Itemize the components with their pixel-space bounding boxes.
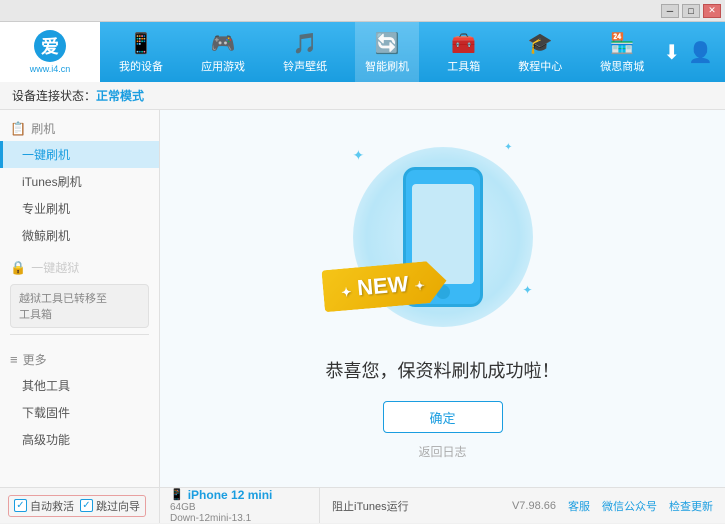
status-value: 正常模式 <box>96 87 144 104</box>
advanced-label: 高级功能 <box>22 433 70 447</box>
sparkle-2: ✦ <box>504 142 512 153</box>
logo-icon: 爱 <box>34 30 66 62</box>
content-area: ✦ ✦ ✦ ✦ NEW ✦ 恭喜您，保资料刷机成功啦！ 确定 返回日志 <box>160 110 725 487</box>
phone-icon: 📱 <box>170 488 184 501</box>
nav-weisi-store[interactable]: 🏪 微思商城 <box>590 22 654 82</box>
other-tools-label: 其他工具 <box>22 379 70 393</box>
customer-service-link[interactable]: 客服 <box>568 498 590 514</box>
sidebar-section-jailbreak: 🔒 一键越狱 越狱工具已转移至工具箱 <box>0 249 159 328</box>
title-bar: ─ □ ✕ <box>0 0 725 22</box>
jailbreak-label: 一键越狱 <box>31 259 79 276</box>
sparkle-1: ✦ <box>353 147 365 164</box>
sidebar-item-itunes[interactable]: iTunes刷机 <box>0 168 159 195</box>
jailbreak-notice: 越狱工具已转移至工具箱 <box>10 284 149 328</box>
bottom-device-info: 📱 iPhone 12 mini 64GB Down-12mini-13.1 <box>160 488 320 523</box>
more-label: 更多 <box>23 351 47 368</box>
confirm-button[interactable]: 确定 <box>383 401 503 433</box>
bottom-right-links: V7.98.66 客服 微信公众号 检查更新 <box>512 498 725 514</box>
sidebar-section-flash: 📋 刷机 一键刷机 iTunes刷机 专业刷机 微鲸刷机 <box>0 110 159 249</box>
nav-ringtones[interactable]: 🎵 铃声壁纸 <box>273 22 337 82</box>
sidebar-item-advanced[interactable]: 高级功能 <box>0 426 159 453</box>
nav-tutorials-label: 教程中心 <box>518 58 562 74</box>
maximize-button[interactable]: □ <box>682 4 700 18</box>
nav-apps-games-label: 应用游戏 <box>201 58 245 74</box>
bottom-bar: 自动救活 跳过向导 📱 iPhone 12 mini 64GB Down-12m… <box>0 487 725 523</box>
more-icon: ≡ <box>10 352 18 367</box>
auto-rescue-check-box[interactable] <box>14 499 27 512</box>
nav-tutorials[interactable]: 🎓 教程中心 <box>508 22 572 82</box>
sidebar: 📋 刷机 一键刷机 iTunes刷机 专业刷机 微鲸刷机 🔒 一键越狱 越狱工具 <box>0 110 160 487</box>
auto-rescue-label: 自动救活 <box>30 498 74 514</box>
ringtones-icon: 🎵 <box>293 31 318 56</box>
sidebar-flash-label: 刷机 <box>31 120 55 137</box>
download-button[interactable]: ⬇ <box>663 40 680 65</box>
onekey-label: 一键刷机 <box>22 148 70 162</box>
header: 爱 www.i4.cn 📱 我的设备 🎮 应用游戏 🎵 铃声壁纸 🔄 智能刷机 … <box>0 22 725 82</box>
status-bar: 设备连接状态： 正常模式 <box>0 82 725 110</box>
bottom-checkboxes-area: 自动救活 跳过向导 <box>0 488 160 523</box>
bottom-status-label: 阻止iTunes运行 <box>320 498 512 514</box>
smart-flash-icon: 🔄 <box>375 31 400 56</box>
jailbreak-lock-icon: 🔒 <box>10 260 26 276</box>
hero-image: ✦ ✦ ✦ ✦ NEW ✦ <box>333 137 553 337</box>
user-button[interactable]: 👤 <box>688 40 713 65</box>
minimize-button[interactable]: ─ <box>661 4 679 18</box>
apps-games-icon: 🎮 <box>211 31 236 56</box>
nav-smart-flash-label: 智能刷机 <box>365 58 409 74</box>
version-label: V7.98.66 <box>512 500 556 512</box>
nav-smart-flash[interactable]: 🔄 智能刷机 <box>355 22 419 82</box>
checkboxes-group: 自动救活 跳过向导 <box>8 495 146 517</box>
nav-weisi-store-label: 微思商城 <box>600 58 644 74</box>
device-name-row: 📱 iPhone 12 mini <box>170 488 309 502</box>
toolbox-icon: 🧰 <box>451 31 476 56</box>
back-to-log-link[interactable]: 返回日志 <box>418 443 466 460</box>
sidebar-divider <box>10 334 149 335</box>
flash-section-icon: 📋 <box>10 121 26 137</box>
success-message: 恭喜您，保资料刷机成功啦！ <box>326 357 560 383</box>
nav-toolbox-label: 工具箱 <box>447 58 480 74</box>
sidebar-item-onekey[interactable]: 一键刷机 <box>0 141 159 168</box>
nav-my-device-label: 我的设备 <box>119 58 163 74</box>
auto-rescue-checkbox[interactable]: 自动救活 <box>14 498 74 514</box>
nav-ringtones-label: 铃声壁纸 <box>283 58 327 74</box>
close-button[interactable]: ✕ <box>703 4 721 18</box>
device-name: iPhone 12 mini <box>188 488 273 502</box>
skip-wizard-check-box[interactable] <box>80 499 93 512</box>
itunes-status: 阻止iTunes运行 <box>332 498 409 514</box>
sidebar-section-more: ≡ 更多 其他工具 下载固件 高级功能 <box>0 341 159 453</box>
sidebar-item-micro[interactable]: 微鲸刷机 <box>0 222 159 249</box>
sparkle-3: ✦ <box>522 283 532 297</box>
weisi-store-icon: 🏪 <box>610 31 635 56</box>
new-badge-text: ✦ NEW ✦ <box>340 270 426 303</box>
itunes-label: iTunes刷机 <box>22 175 82 189</box>
sidebar-flash-header: 📋 刷机 <box>0 116 159 141</box>
wechat-public-link[interactable]: 微信公众号 <box>602 498 657 514</box>
device-storage: 64GB <box>170 502 309 513</box>
micro-label: 微鲸刷机 <box>22 229 70 243</box>
nav-apps-games[interactable]: 🎮 应用游戏 <box>191 22 255 82</box>
nav-right-buttons: ⬇ 👤 <box>663 40 725 65</box>
device-model: Down-12mini-13.1 <box>170 513 309 524</box>
tutorials-icon: 🎓 <box>528 31 553 56</box>
sidebar-item-other-tools[interactable]: 其他工具 <box>0 372 159 399</box>
pro-label: 专业刷机 <box>22 202 70 216</box>
download-fw-label: 下载固件 <box>22 406 70 420</box>
sidebar-item-pro[interactable]: 专业刷机 <box>0 195 159 222</box>
logo-url: www.i4.cn <box>30 64 71 74</box>
nav-my-device[interactable]: 📱 我的设备 <box>109 22 173 82</box>
sidebar-item-download-fw[interactable]: 下载固件 <box>0 399 159 426</box>
sidebar-more-header: ≡ 更多 <box>0 347 159 372</box>
sidebar-jailbreak-header: 🔒 一键越狱 <box>0 255 159 280</box>
skip-wizard-label: 跳过向导 <box>96 498 140 514</box>
my-device-icon: 📱 <box>129 31 154 56</box>
skip-wizard-checkbox[interactable]: 跳过向导 <box>80 498 140 514</box>
nav-items: 📱 我的设备 🎮 应用游戏 🎵 铃声壁纸 🔄 智能刷机 🧰 工具箱 🎓 教程中心… <box>100 22 663 82</box>
main-area: 📋 刷机 一键刷机 iTunes刷机 专业刷机 微鲸刷机 🔒 一键越狱 越狱工具 <box>0 110 725 487</box>
status-label: 设备连接状态： <box>12 87 96 104</box>
nav-toolbox[interactable]: 🧰 工具箱 <box>437 22 490 82</box>
logo-area: 爱 www.i4.cn <box>0 22 100 82</box>
check-update-link[interactable]: 检查更新 <box>669 498 713 514</box>
